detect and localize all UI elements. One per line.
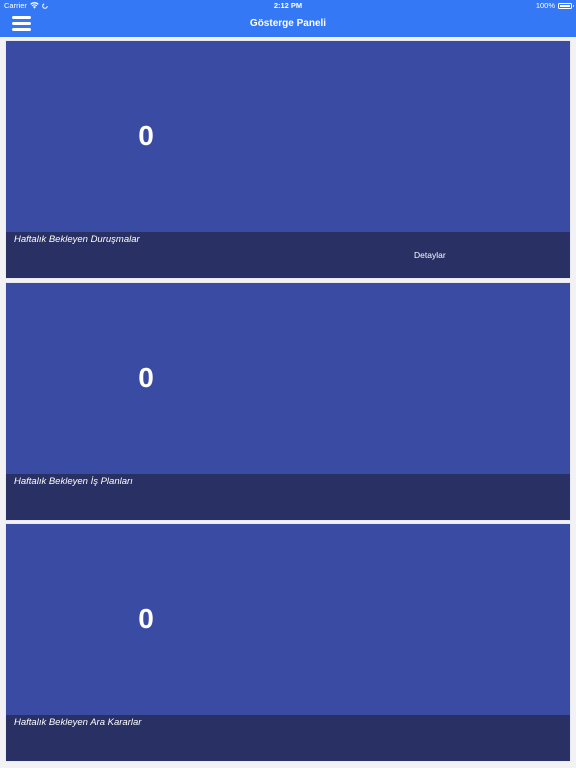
dashboard-card-hearings: 0 Haftalık Bekleyen Duruşmalar Detaylar	[6, 41, 570, 278]
card-count: 0	[138, 603, 154, 634]
battery-icon	[558, 2, 574, 9]
card-count: 0	[138, 120, 154, 151]
card-footer: Haftalık Bekleyen İş Planları	[6, 474, 570, 520]
battery-percent: 100%	[535, 1, 555, 10]
card-footer: Haftalık Bekleyen Duruşmalar Detaylar	[6, 232, 570, 278]
navigation-bar: Gösterge Paneli	[0, 11, 576, 37]
battery-fill	[560, 4, 570, 7]
status-bar: Carrier 2:12 PM 100%	[0, 0, 576, 11]
dashboard-card-interim-decisions: 0 Haftalık Bekleyen Ara Kararlar	[6, 524, 570, 761]
card-footer: Haftalık Bekleyen Ara Kararlar	[6, 715, 570, 761]
card-label: Haftalık Bekleyen Duruşmalar	[14, 234, 140, 245]
card-label: Haftalık Bekleyen İş Planları	[14, 476, 133, 487]
card-label: Haftalık Bekleyen Ara Kararlar	[14, 717, 142, 728]
dashboard-card-work-plans: 0 Haftalık Bekleyen İş Planları	[6, 283, 570, 520]
page-title: Gösterge Paneli	[249, 18, 327, 29]
card-count: 0	[138, 362, 154, 393]
status-bar-right: 100%	[535, 0, 574, 11]
details-link[interactable]: Detaylar	[414, 250, 446, 260]
status-time: 2:12 PM	[273, 1, 303, 10]
